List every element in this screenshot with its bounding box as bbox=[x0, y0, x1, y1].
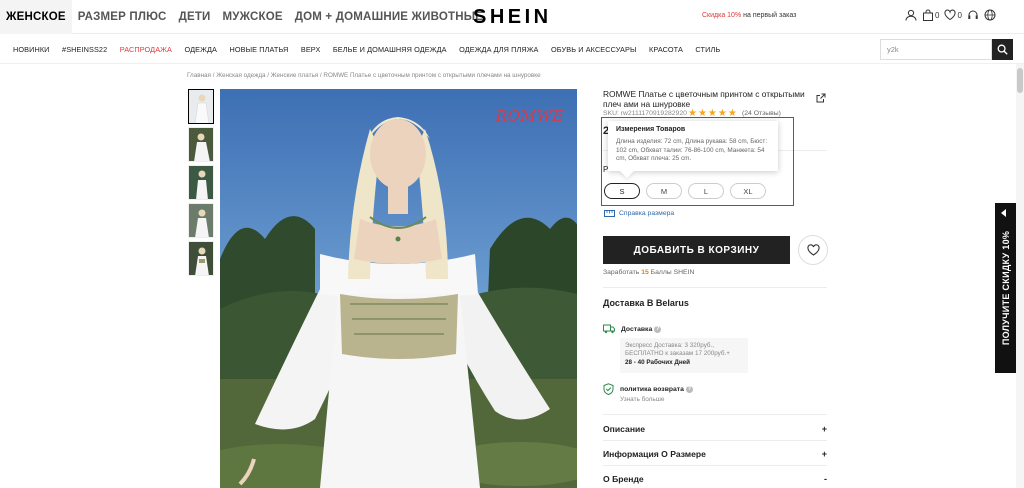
category-kids[interactable]: ДЕТИ bbox=[173, 0, 217, 34]
product-main-image[interactable] bbox=[220, 89, 577, 488]
reviews-link[interactable]: (24 Отзывы) bbox=[742, 110, 781, 117]
category-tabs: ЖЕНСКОЕ РАЗМЕР ПЛЮС ДЕТИ МУЖСКОЕ ДОМ + Д… bbox=[0, 0, 489, 34]
shein-logo[interactable]: SHEIN bbox=[473, 6, 552, 29]
discount-side-tab[interactable]: ПОЛУЧИТЕ СКИДКУ 10% bbox=[995, 203, 1016, 373]
nav-sale[interactable]: РАСПРОДАЖА bbox=[120, 45, 172, 54]
wishlist-button[interactable]: 0 bbox=[944, 9, 962, 21]
support-headset-icon[interactable] bbox=[967, 9, 979, 21]
thumbnail-3[interactable] bbox=[188, 165, 214, 200]
expand-icon: + bbox=[821, 449, 827, 459]
divider bbox=[603, 440, 827, 441]
size-guide-label: Справка размера bbox=[619, 210, 675, 217]
points-value: 15 bbox=[641, 269, 649, 276]
expand-icon: + bbox=[821, 424, 827, 434]
category-women[interactable]: ЖЕНСКОЕ bbox=[0, 0, 72, 34]
thumbnail-list bbox=[188, 89, 214, 279]
bag-button[interactable]: 0 bbox=[922, 9, 939, 21]
shein-points: Заработать 15 Баллы SHEIN bbox=[603, 269, 694, 276]
thumbnail-2[interactable] bbox=[188, 127, 214, 162]
shipping-label: Доставка bbox=[621, 325, 653, 333]
accordion-title: Информация О Размере bbox=[603, 449, 706, 459]
promo-discount: Скидка 10% bbox=[702, 12, 742, 19]
search-icon bbox=[997, 44, 1008, 55]
scrollbar-thumb[interactable] bbox=[1017, 68, 1023, 93]
accordion-title: Описание bbox=[603, 424, 646, 434]
nav-tops[interactable]: ВЕРХ bbox=[301, 45, 321, 54]
divider bbox=[603, 287, 827, 288]
nav-lingerie[interactable]: БЕЛЬЕ И ДОМАШНЯЯ ОДЕЖДА bbox=[333, 45, 447, 54]
highlight-box bbox=[601, 117, 794, 206]
collapse-icon: - bbox=[824, 474, 827, 484]
account-icon[interactable] bbox=[905, 9, 917, 21]
size-guide-link[interactable]: Справка размера bbox=[604, 210, 674, 217]
nav-new[interactable]: НОВИНКИ bbox=[13, 45, 50, 54]
wishlist-count: 0 bbox=[957, 10, 962, 20]
nav-shoes-accessories[interactable]: ОБУВЬ И АКСЕССУАРЫ bbox=[551, 45, 637, 54]
nav-style[interactable]: СТИЛЬ bbox=[695, 45, 720, 54]
nav-beauty[interactable]: КРАСОТА bbox=[649, 45, 683, 54]
learn-more-link[interactable]: Узнать больше bbox=[620, 396, 664, 403]
points-prefix: Заработать bbox=[603, 269, 642, 276]
nav-items: НОВИНКИ #SHEINSS22 РАСПРОДАЖА ОДЕЖДА НОВ… bbox=[13, 34, 733, 64]
accordion-about-brand[interactable]: О Бренде - bbox=[603, 472, 827, 486]
help-icon[interactable]: ? bbox=[654, 325, 662, 333]
divider bbox=[603, 465, 827, 466]
add-to-cart-button[interactable]: ДОБАВИТЬ В КОРЗИНУ bbox=[603, 236, 790, 264]
accordion-title: О Бренде bbox=[603, 474, 644, 484]
add-to-wishlist-button[interactable] bbox=[798, 235, 828, 265]
romwe-watermark: ROMWE bbox=[496, 107, 564, 125]
shipping-details: Экспресс Доставка: 3 320руб., БЕСПЛАТНО … bbox=[620, 338, 748, 373]
side-tab-label: ПОЛУЧИТЕ СКИДКУ 10% bbox=[1000, 230, 1011, 346]
header-tools: 0 0 bbox=[905, 9, 1001, 21]
globe-icon[interactable] bbox=[984, 9, 996, 21]
category-home-pets[interactable]: ДОМ + ДОМАШНИЕ ЖИВОТНЫЕ bbox=[289, 0, 489, 34]
first-order-promo[interactable]: Скидка 10% на первый заказ bbox=[702, 12, 796, 19]
share-icon[interactable] bbox=[816, 90, 826, 108]
page-scrollbar[interactable] bbox=[1016, 64, 1024, 488]
thumbnail-4[interactable] bbox=[188, 203, 214, 238]
shipping-row: Доставка ? bbox=[603, 324, 662, 334]
express-shipping-cost: Экспресс Доставка: 3 320руб., bbox=[625, 342, 715, 349]
category-men[interactable]: МУЖСКОЕ bbox=[217, 0, 289, 34]
heart-icon bbox=[806, 244, 820, 256]
ruler-icon bbox=[604, 210, 615, 217]
points-suffix: Баллы SHEIN bbox=[648, 269, 695, 276]
free-shipping-threshold: БЕСПЛАТНО к заказам 17 200руб.+ bbox=[625, 350, 730, 357]
delivery-title: Доставка В Belarus bbox=[603, 298, 689, 308]
shield-check-icon bbox=[603, 383, 614, 395]
main-nav: НОВИНКИ #SHEINSS22 РАСПРОДАЖА ОДЕЖДА НОВ… bbox=[0, 34, 1024, 64]
search-button[interactable] bbox=[992, 39, 1013, 60]
truck-icon bbox=[603, 324, 615, 334]
promo-text: на первый заказ bbox=[741, 12, 797, 19]
top-bar: ЖЕНСКОЕ РАЗМЕР ПЛЮС ДЕТИ МУЖСКОЕ ДОМ + Д… bbox=[0, 0, 1024, 34]
return-policy-row[interactable]: политика возврата ? bbox=[603, 383, 693, 395]
breadcrumb[interactable]: Главная / Женская одежда / Женские плать… bbox=[187, 72, 541, 79]
bag-count: 0 bbox=[935, 10, 940, 20]
product-sku: SKU: rw2111170919282920 bbox=[603, 110, 687, 117]
divider bbox=[603, 414, 827, 415]
help-icon[interactable]: ? bbox=[685, 385, 693, 393]
product-title: ROMWE Платье с цветочным принтом с откры… bbox=[603, 89, 805, 109]
accordion-size-info[interactable]: Информация О Размере + bbox=[603, 447, 827, 461]
return-policy-label: политика возврата bbox=[620, 385, 684, 393]
nav-beachwear[interactable]: ОДЕЖДА ДЛЯ ПЛЯЖА bbox=[459, 45, 538, 54]
nav-sheinss22[interactable]: #SHEINSS22 bbox=[62, 45, 107, 54]
category-plus-size[interactable]: РАЗМЕР ПЛЮС bbox=[72, 0, 173, 34]
thumbnail-1[interactable] bbox=[188, 89, 214, 124]
nav-clothing[interactable]: ОДЕЖДА bbox=[185, 45, 217, 54]
heart-icon bbox=[944, 9, 956, 21]
chevron-left-icon bbox=[1001, 209, 1006, 217]
bag-icon bbox=[923, 9, 933, 21]
search-input[interactable]: y2k bbox=[880, 39, 992, 60]
accordion-description[interactable]: Описание + bbox=[603, 422, 827, 436]
delivery-days: 28 - 40 Рабочих Дней bbox=[625, 359, 690, 366]
thumbnail-5[interactable] bbox=[188, 241, 214, 276]
nav-new-dresses[interactable]: НОВЫЕ ПЛАТЬЯ bbox=[229, 45, 288, 54]
